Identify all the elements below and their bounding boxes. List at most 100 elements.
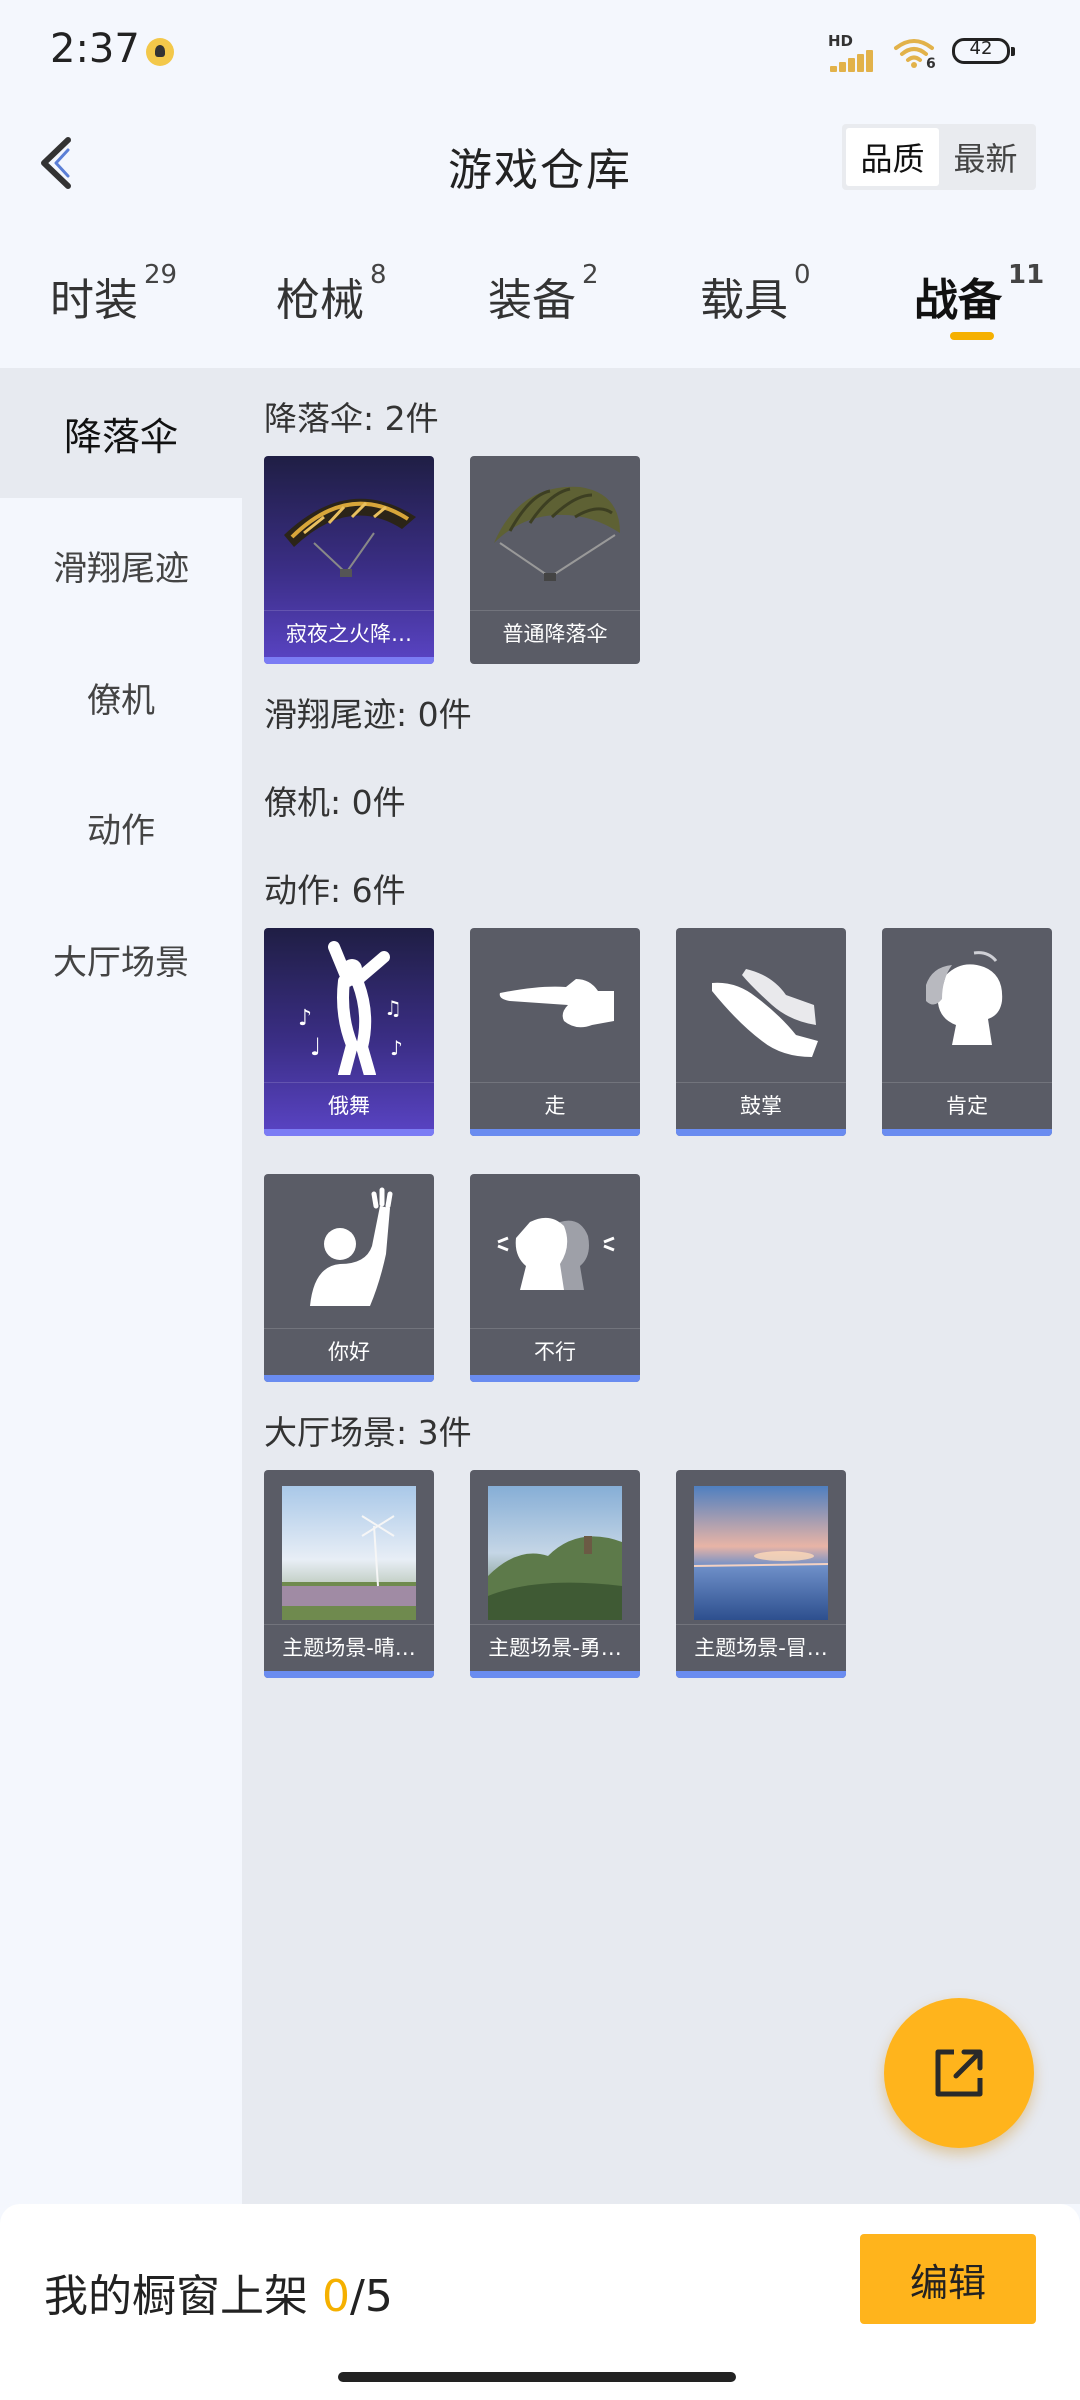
tab-count: 29 <box>144 260 178 290</box>
tab-label: 战备 <box>914 275 1002 326</box>
inventory-content: 降落伞: 2件 寂夜之火降… 普通降落伞 滑翔尾迹: 0件 僚机: 0件 动作:… <box>242 368 1080 2204</box>
clapping-hands-icon <box>712 969 818 1057</box>
quality-bar <box>264 657 434 664</box>
item-card[interactable]: 肯定 <box>882 928 1052 1136</box>
home-indicator[interactable] <box>338 2372 736 2382</box>
battery-level: 42 <box>969 38 993 59</box>
shelf-status: 我的橱窗上架 0/5 <box>44 2260 393 2324</box>
section-title-parachute: 降落伞: 2件 <box>264 399 439 438</box>
scene-thumbnail-adventure <box>694 1486 828 1620</box>
item-card[interactable]: 你好 <box>264 1174 434 1382</box>
quality-bar <box>264 1129 434 1136</box>
item-card[interactable]: 主题场景-晴… <box>264 1470 434 1678</box>
quality-bar <box>882 1129 1052 1136</box>
item-name: 鼓掌 <box>676 1082 846 1128</box>
network-hd-label: HD <box>828 32 854 50</box>
quality-bar <box>676 1671 846 1678</box>
item-name: 俄舞 <box>264 1082 434 1128</box>
item-name: 肯定 <box>882 1082 1052 1128</box>
shelf-label: 我的橱窗上架 <box>44 2271 308 2322</box>
svg-text:♪: ♪ <box>390 1036 403 1060</box>
nodding-head-icon <box>926 951 1003 1045</box>
section-title-glide-trail: 滑翔尾迹: 0件 <box>264 695 472 734</box>
item-name: 主题场景-勇… <box>470 1624 640 1670</box>
quality-bar <box>470 1129 640 1136</box>
tab-vehicles[interactable]: 载具 0 <box>700 260 811 344</box>
section-title-emotes: 动作: 6件 <box>264 871 406 910</box>
pointing-hand-icon <box>499 979 614 1028</box>
sort-quality-button[interactable]: 品质 <box>846 128 939 186</box>
clap-emote-art <box>676 928 846 1082</box>
parachute-art <box>264 456 434 610</box>
dance-emote-art: ♪ ♫ ♩ ♪ <box>264 928 434 1082</box>
svg-text:♫: ♫ <box>384 996 402 1020</box>
shelf-total-count: /5 <box>350 2271 393 2322</box>
svg-text:♩: ♩ <box>310 1033 321 1061</box>
tab-label: 枪械 <box>276 275 364 326</box>
tab-fashion[interactable]: 时装 29 <box>50 260 177 344</box>
quality-bar <box>470 1375 640 1382</box>
sort-toggle: 品质 最新 <box>842 124 1036 190</box>
quality-bar <box>264 1671 434 1678</box>
section-title-lobby-scene: 大厅场景: 3件 <box>264 1413 472 1452</box>
edit-button[interactable]: 编辑 <box>860 2234 1036 2324</box>
item-card[interactable]: 普通降落伞 <box>470 456 640 664</box>
tab-equipment[interactable]: 装备 2 <box>488 260 599 344</box>
wifi-label: 6 <box>926 56 936 72</box>
shelf-current-count: 0 <box>322 2271 350 2322</box>
tab-count: 0 <box>794 260 811 290</box>
sort-newest-button[interactable]: 最新 <box>939 128 1032 186</box>
sidebar-item-parachute[interactable]: 降落伞 <box>0 368 242 498</box>
item-card[interactable]: 走 <box>470 928 640 1136</box>
tab-label: 载具 <box>700 275 788 326</box>
category-tabs: 时装 29 枪械 8 装备 2 载具 0 战备 11 <box>0 240 1080 368</box>
share-button[interactable] <box>884 1998 1034 2148</box>
signal-icon <box>830 50 874 72</box>
share-external-icon <box>935 2049 983 2097</box>
scene-thumbnail-sunny <box>282 1486 416 1620</box>
svg-text:♪: ♪ <box>298 1006 312 1031</box>
item-name: 走 <box>470 1082 640 1128</box>
parachute-icon <box>494 486 620 581</box>
tab-count: 2 <box>582 260 599 290</box>
battery-icon: 42 <box>952 38 1015 64</box>
item-card[interactable]: 主题场景-勇… <box>470 1470 640 1678</box>
item-name: 不行 <box>470 1328 640 1374</box>
sidebar-item-lobby-scene[interactable]: 大厅场景 <box>0 894 242 1024</box>
tab-label: 时装 <box>50 275 138 326</box>
tab-firearms[interactable]: 枪械 8 <box>276 260 387 344</box>
quality-bar <box>264 1375 434 1382</box>
walk-emote-art <box>470 928 640 1082</box>
waving-person-icon <box>310 1187 393 1306</box>
item-name: 你好 <box>264 1328 434 1374</box>
status-bar: 2:37 HD 6 42 <box>0 0 1080 100</box>
item-name: 寂夜之火降… <box>264 610 434 656</box>
item-card[interactable]: 鼓掌 <box>676 928 846 1136</box>
item-name: 主题场景-晴… <box>264 1624 434 1670</box>
section-title-wingman: 僚机: 0件 <box>264 783 406 822</box>
parachute-icon <box>284 498 416 577</box>
quality-bar <box>470 1671 640 1678</box>
no-emote-art <box>470 1174 640 1328</box>
scene-thumbnail-brave <box>488 1486 622 1620</box>
dance-emote-icon: ♪ ♫ ♩ ♪ <box>298 941 403 1075</box>
notification-icon <box>146 38 174 66</box>
parachute-art <box>470 456 640 610</box>
nod-emote-art <box>882 928 1052 1082</box>
app-header: 游戏仓库 品质 最新 <box>0 110 1080 220</box>
tab-count: 8 <box>370 260 387 290</box>
bottom-bar: 我的橱窗上架 0/5 编辑 <box>0 2204 1080 2400</box>
item-card[interactable]: 主题场景-冒… <box>676 1470 846 1678</box>
tab-label: 装备 <box>488 275 576 326</box>
sidebar-item-glide-trail[interactable]: 滑翔尾迹 <box>0 500 242 630</box>
sidebar-item-emotes[interactable]: 动作 <box>0 762 242 892</box>
item-card[interactable]: ♪ ♫ ♩ ♪ 俄舞 <box>264 928 434 1136</box>
sidebar: 降落伞 滑翔尾迹 僚机 动作 大厅场景 <box>0 368 242 2204</box>
sidebar-item-wingman[interactable]: 僚机 <box>0 632 242 762</box>
item-card[interactable]: 不行 <box>470 1174 640 1382</box>
item-card[interactable]: 寂夜之火降… <box>264 456 434 664</box>
active-tab-indicator <box>950 332 994 340</box>
item-name: 主题场景-冒… <box>676 1624 846 1670</box>
tab-count: 11 <box>1008 260 1045 290</box>
hello-emote-art <box>264 1174 434 1328</box>
